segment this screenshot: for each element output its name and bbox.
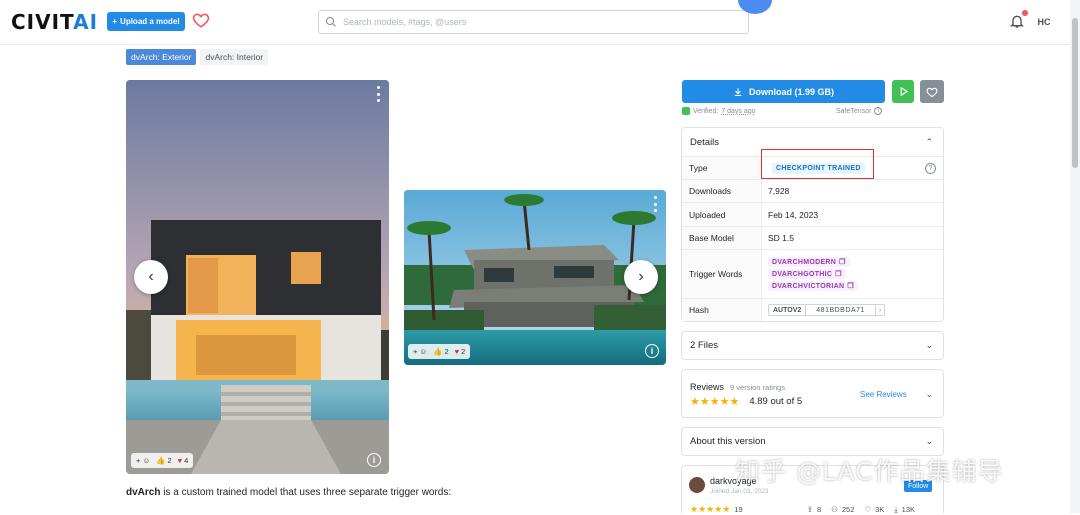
search-input[interactable] (343, 17, 723, 27)
creator-avatar[interactable] (689, 477, 705, 493)
verified-check-icon (682, 107, 690, 115)
chevron-up-icon: ⌃ (925, 136, 933, 147)
upload-model-button[interactable]: + Upload a model (107, 12, 185, 31)
download-icon (734, 87, 742, 96)
favorite-button[interactable] (920, 80, 944, 103)
image-reactions: + ☺ 👍 2 ♥ 4 (131, 453, 194, 468)
zhihu-watermark: 知乎 @LAC作品集辅导 (735, 457, 1004, 486)
thumbs-up-icon: 👍 (433, 347, 443, 356)
search-icon (325, 16, 336, 27)
heart-icon[interactable] (192, 11, 210, 29)
creator-stats: ★★★★★ 19 ⇪ 8 ⚇ 252 ♡ 3K ⤓ 13K (690, 504, 916, 514)
download-icon: ⤓ (894, 504, 898, 514)
files-panel[interactable]: 2 Files ⌄ (681, 331, 944, 360)
page-scrollbar[interactable] (1070, 0, 1080, 513)
image-info-icon[interactable]: i (645, 344, 659, 358)
heart-reaction[interactable]: ♥ 4 (176, 456, 191, 465)
model-description: dvArch is a custom trained model that us… (126, 487, 452, 498)
creator-joined: Joined Jan 03, 2023 (710, 488, 769, 495)
play-icon (900, 86, 908, 97)
carousel-next-button[interactable]: › (624, 260, 658, 294)
copy-icon[interactable]: ❐ (847, 282, 854, 290)
like-reaction[interactable]: 👍 2 (431, 347, 451, 356)
image-info-icon[interactable]: i (367, 453, 381, 467)
chevron-down-icon: ⌄ (925, 389, 933, 399)
red-heart-icon: ♥ (454, 347, 460, 356)
detail-row-trigger-words: Trigger Words DVARCHMODERN ❐ DVARCHGOTHIC… (682, 249, 943, 298)
red-heart-icon: ♥ (177, 456, 183, 465)
safetensor-label: SafeTensor i (836, 107, 883, 115)
detail-row-base-model: Base Model SD 1.5 (682, 226, 943, 249)
gallery-image-tropical-house[interactable]: › + ☺ 👍 2 ♥ 2 i (404, 190, 666, 365)
hash-selector[interactable]: AUTOV2 481BDBDA71 › (768, 304, 886, 316)
version-tabs: dvArch: Exterior dvArch: Interior (126, 49, 269, 65)
civitai-logo[interactable]: CIVITAI (11, 10, 98, 34)
user-avatar[interactable]: HC (1033, 11, 1055, 33)
highlight-annotation-box (761, 149, 874, 179)
download-button[interactable]: Download (1.99 GB) (682, 80, 885, 103)
creator-rating-stars: ★★★★★ (690, 504, 731, 514)
add-reaction-button[interactable]: + ☺ (134, 456, 152, 465)
tab-dvarch-interior[interactable]: dvArch: Interior (200, 49, 269, 65)
heart-reaction[interactable]: ♥ 2 (453, 347, 468, 356)
plus-icon: + (112, 17, 118, 26)
see-reviews-link[interactable]: See Reviews (860, 390, 907, 399)
detail-row-hash: Hash AUTOV2 481BDBDA71 › (682, 298, 943, 321)
chevron-down-icon: ⌄ (925, 340, 933, 350)
run-model-button[interactable] (892, 80, 914, 103)
carousel-prev-button[interactable]: ‹ (134, 260, 168, 294)
gallery-image-modern-house[interactable]: ‹ + ☺ 👍 2 ♥ 4 i (126, 80, 389, 474)
chevron-down-icon: ⌄ (925, 436, 933, 446)
detail-row-downloads: Downloads 7,928 (682, 179, 943, 202)
trigger-word-chip[interactable]: DVARCHVICTORIAN ❐ (768, 281, 858, 291)
scrollbar-thumb[interactable] (1072, 18, 1078, 168)
notification-dot (1022, 10, 1028, 16)
image-menu-kebab-icon[interactable] (652, 196, 658, 212)
trigger-words-list: DVARCHMODERN ❐ DVARCHGOTHIC ❐ DVARCHVICTOR… (768, 253, 858, 295)
copy-icon[interactable]: ❐ (839, 258, 846, 266)
image-reactions: + ☺ 👍 2 ♥ 2 (408, 344, 471, 359)
verified-status: Verified: 7 days ago (682, 107, 756, 115)
heart-icon (926, 87, 938, 97)
rating-stars: ★★★★★ (690, 396, 740, 408)
thumbs-up-icon: 👍 (156, 456, 166, 465)
like-reaction[interactable]: 👍 2 (154, 456, 174, 465)
detail-row-uploaded: Uploaded Feb 14, 2023 (682, 202, 943, 226)
tab-dvarch-exterior[interactable]: dvArch: Exterior (126, 49, 197, 65)
trigger-word-chip[interactable]: DVARCHMODERN ❐ (768, 257, 850, 267)
help-icon[interactable]: ? (925, 162, 936, 174)
copy-icon[interactable]: ❐ (835, 270, 842, 278)
reviews-panel[interactable]: Reviews 9 version ratings ★★★★★ 4.89 out… (681, 369, 944, 418)
trigger-word-chip[interactable]: DVARCHGOTHIC ❐ (768, 269, 846, 279)
image-menu-kebab-icon[interactable] (375, 86, 381, 102)
top-navigation-bar: CIVITAI + Upload a model HC (0, 0, 1080, 45)
search-bar[interactable] (318, 10, 749, 34)
info-icon[interactable]: i (874, 107, 883, 115)
chevron-right-icon[interactable]: › (876, 307, 884, 314)
add-reaction-button[interactable]: + ☺ (411, 347, 429, 356)
